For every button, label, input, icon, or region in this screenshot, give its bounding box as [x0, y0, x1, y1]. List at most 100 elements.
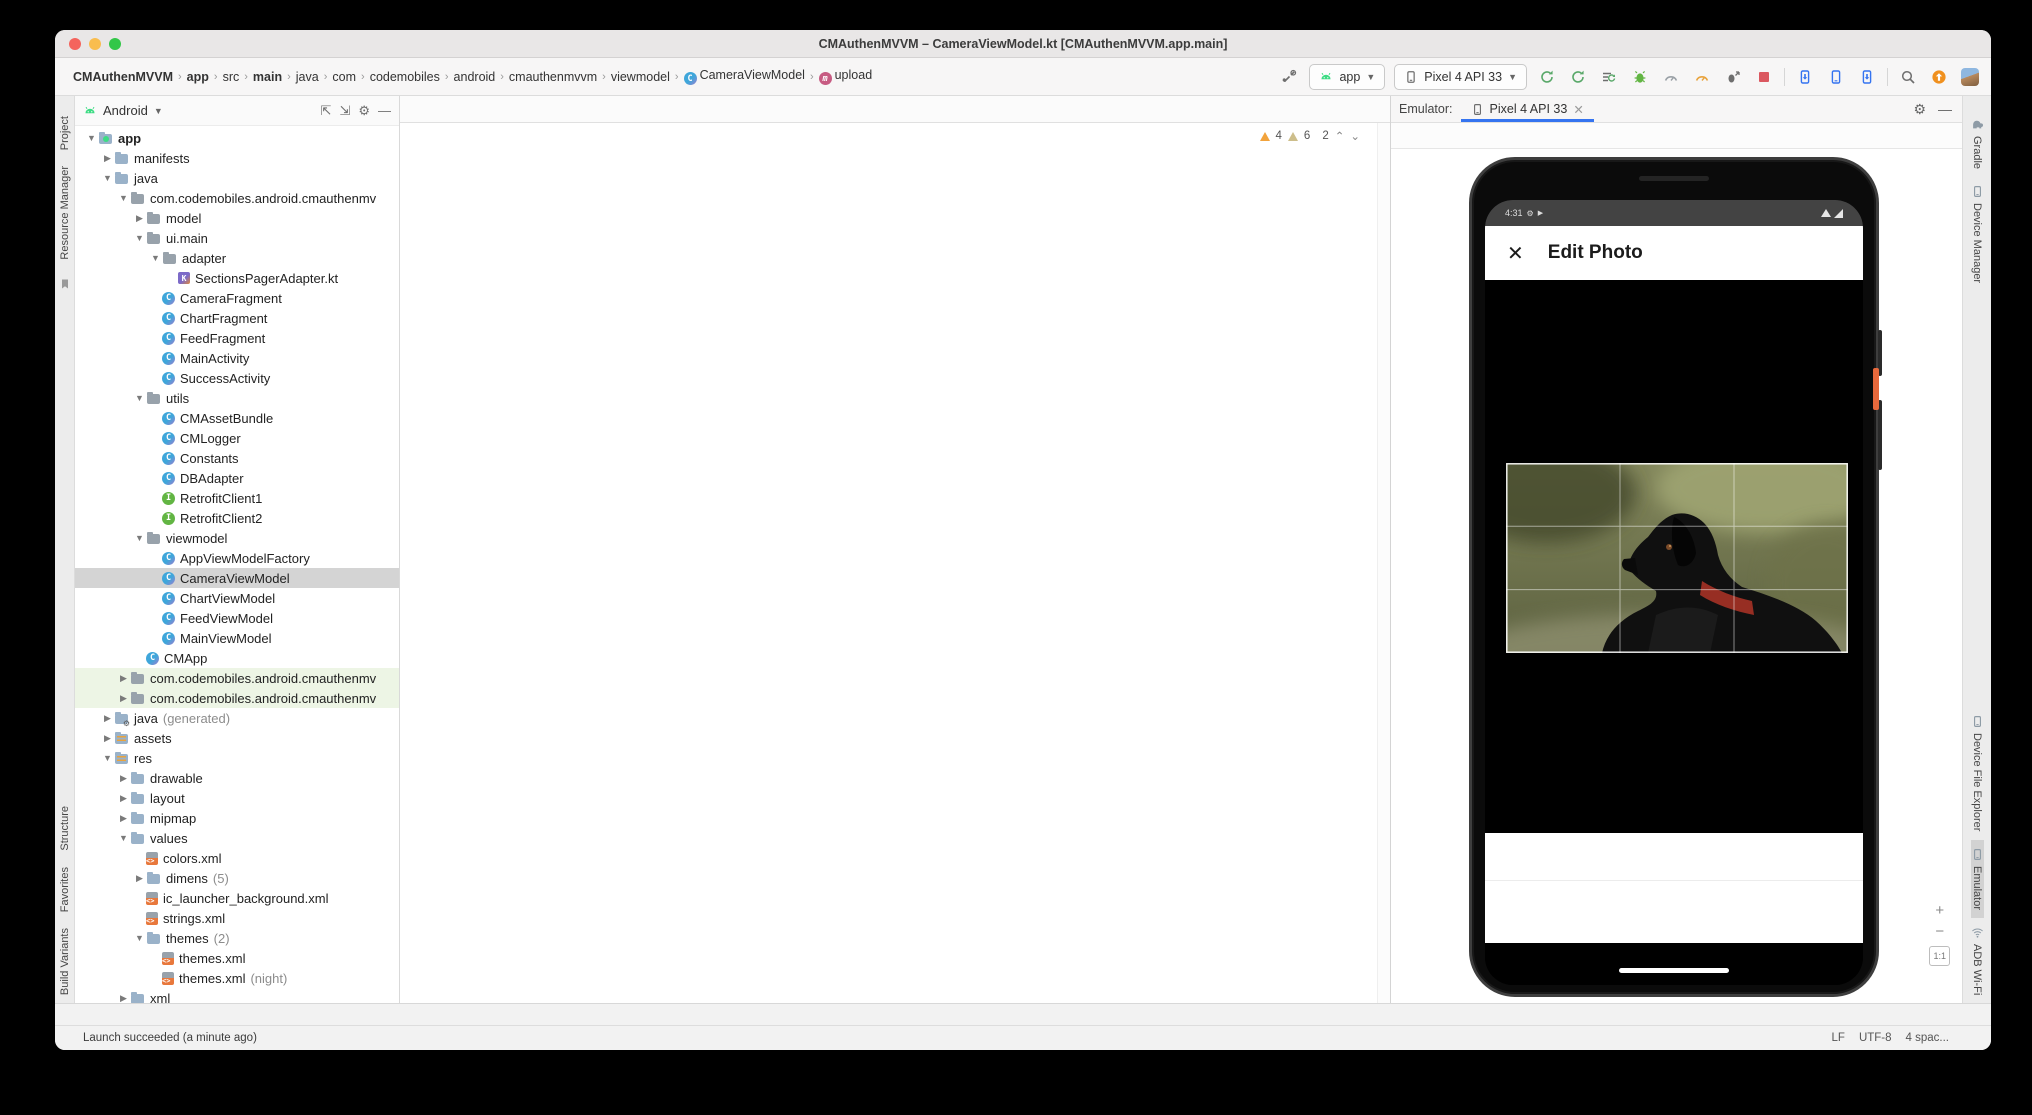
breadcrumb-item[interactable]: android — [452, 69, 498, 85]
tree-item[interactable]: ▶xml — [75, 988, 399, 1003]
tree-item[interactable]: CSuccessActivity — [75, 368, 399, 388]
tree-item[interactable]: IRetrofitClient1 — [75, 488, 399, 508]
encoding-indicator[interactable]: UTF-8 — [1859, 1032, 1892, 1044]
tool-strip-item-device-manager[interactable]: Device Manager — [1971, 177, 1984, 291]
tool-strip-item-device-file-explorer[interactable]: Device File Explorer — [1971, 707, 1984, 839]
tool-strip-item-favorites[interactable]: Favorites — [59, 859, 71, 920]
phone-screen[interactable]: 4:31 ⚙ ▶ ✕ Edit Photo — [1485, 200, 1863, 985]
tool-strip-item-build-variants[interactable]: Build Variants — [59, 920, 71, 1003]
breadcrumb-item[interactable]: com — [330, 69, 358, 85]
tool-strip-item-gradle[interactable]: Gradle — [1971, 110, 1984, 177]
zoom-in-button[interactable]: + — [1935, 904, 1944, 918]
breadcrumb-item[interactable]: main — [251, 69, 284, 85]
indent-indicator[interactable]: 4 spac... — [1906, 1032, 1949, 1044]
error-stripe[interactable] — [1377, 123, 1390, 1003]
device-sync-icon[interactable] — [1856, 66, 1878, 88]
next-issue-icon[interactable]: ⌄ — [1350, 129, 1360, 143]
photo-crop-area[interactable] — [1485, 280, 1863, 833]
tree-item[interactable]: CChartFragment — [75, 308, 399, 328]
profiler-attach-icon[interactable] — [1660, 66, 1682, 88]
hide-panel-icon[interactable]: — — [1938, 101, 1952, 117]
tree-item[interactable]: ▼themes(2) — [75, 928, 399, 948]
tree-item[interactable]: CMainActivity — [75, 348, 399, 368]
breadcrumb-item[interactable]: cmauthenmvvm — [507, 69, 599, 85]
tool-strip-item-structure[interactable]: Structure — [59, 798, 71, 859]
tree-item[interactable]: CCMLogger — [75, 428, 399, 448]
tree-item[interactable]: ▶drawable — [75, 768, 399, 788]
prev-issue-icon[interactable]: ⌃ — [1335, 129, 1345, 143]
layout-inspector-device-icon[interactable] — [1825, 66, 1847, 88]
settings-icon[interactable]: ⚙ — [1913, 101, 1926, 118]
tree-item[interactable]: colors.xml — [75, 848, 399, 868]
tree-item[interactable]: CMainViewModel — [75, 628, 399, 648]
tree-item[interactable]: CCameraFragment — [75, 288, 399, 308]
attach-debugger-icon[interactable] — [1722, 66, 1744, 88]
tree-item[interactable]: ▼values — [75, 828, 399, 848]
tree-item[interactable]: ▶layout — [75, 788, 399, 808]
breadcrumb-item[interactable]: viewmodel — [609, 69, 672, 85]
breadcrumb-item[interactable]: mupload — [817, 67, 875, 87]
tree-item[interactable]: ▼ui.main — [75, 228, 399, 248]
tree-item[interactable]: CFeedViewModel — [75, 608, 399, 628]
breadcrumb-item[interactable]: src — [221, 69, 242, 85]
tree-item[interactable]: ▼java — [75, 168, 399, 188]
apply-code-changes-icon[interactable] — [1567, 66, 1589, 88]
tree-item[interactable]: ic_launcher_background.xml — [75, 888, 399, 908]
tree-item[interactable]: CCMApp — [75, 648, 399, 668]
tool-strip-item-project[interactable]: Project — [59, 108, 71, 158]
tree-item[interactable]: ▼adapter — [75, 248, 399, 268]
tree-item[interactable]: ▶assets — [75, 728, 399, 748]
breadcrumb-item[interactable]: CCameraViewModel — [682, 67, 807, 87]
tree-item[interactable]: ▼app — [75, 128, 399, 148]
close-icon[interactable]: ✕ — [1573, 102, 1583, 117]
tree-item[interactable]: ▶com.codemobiles.android.cmauthenmv — [75, 668, 399, 688]
tree-item[interactable]: ▶manifests — [75, 148, 399, 168]
run-configuration-select[interactable]: app ▼ — [1309, 64, 1385, 90]
breadcrumb-item[interactable]: java — [294, 69, 321, 85]
avatar[interactable] — [1959, 66, 1981, 88]
breadcrumb-item[interactable]: app — [185, 69, 211, 85]
code-editor[interactable]: 4 6 2 ⌃ ⌄ — [400, 123, 1390, 1003]
upgrade-assistant-icon[interactable] — [1928, 66, 1950, 88]
close-icon[interactable]: ✕ — [1507, 241, 1524, 266]
line-ending-indicator[interactable]: LF — [1832, 1032, 1845, 1044]
tree-item[interactable]: ▼res — [75, 748, 399, 768]
home-indicator[interactable] — [1619, 968, 1729, 973]
inspection-widget[interactable]: 4 6 2 ⌃ ⌄ — [1256, 128, 1365, 144]
build-wrench-icon[interactable] — [1278, 66, 1300, 88]
expand-all-icon[interactable]: ⇱ — [321, 103, 332, 119]
tree-item[interactable]: ▶model — [75, 208, 399, 228]
profiler-icon[interactable] — [1691, 66, 1713, 88]
project-view-header[interactable]: Android ▼ ⇱ ⇲ ⚙ — — [75, 96, 399, 126]
tree-item[interactable]: CConstants — [75, 448, 399, 468]
dog-photo[interactable] — [1506, 463, 1848, 653]
tool-strip-item-resource-manager[interactable]: Resource Manager — [59, 158, 71, 268]
tree-item[interactable]: CCMAssetBundle — [75, 408, 399, 428]
sync-status-icon[interactable] — [1598, 66, 1620, 88]
tool-strip-item-emulator[interactable]: Emulator — [1971, 840, 1984, 918]
device-select[interactable]: Pixel 4 API 33 ▼ — [1394, 64, 1527, 90]
tree-item[interactable]: themes.xml(night) — [75, 968, 399, 988]
breadcrumb-item[interactable]: CMAuthenMVVM — [71, 69, 175, 85]
tree-item[interactable]: ▶com.codemobiles.android.cmauthenmv — [75, 688, 399, 708]
zoom-reset-button[interactable]: 1:1 — [1929, 946, 1950, 966]
rerun-icon[interactable] — [1536, 66, 1558, 88]
tree-item[interactable]: ▼com.codemobiles.android.cmauthenmv — [75, 188, 399, 208]
tool-strip-item-adb-wi-fi[interactable]: ADB Wi-Fi — [1971, 918, 1984, 1003]
emulator-device-tab[interactable]: Pixel 4 API 33 ✕ — [1461, 96, 1594, 122]
tree-item[interactable]: IRetrofitClient2 — [75, 508, 399, 528]
hide-panel-icon[interactable]: — — [378, 103, 391, 118]
tree-item[interactable]: CCameraViewModel — [75, 568, 399, 588]
tree-item[interactable]: CDBAdapter — [75, 468, 399, 488]
tree-item[interactable]: ▼viewmodel — [75, 528, 399, 548]
collapse-all-icon[interactable]: ⇲ — [339, 103, 350, 119]
tree-item[interactable]: CAppViewModelFactory — [75, 548, 399, 568]
tree-item[interactable]: ▶mipmap — [75, 808, 399, 828]
search-everywhere-icon[interactable] — [1897, 66, 1919, 88]
debug-icon[interactable] — [1629, 66, 1651, 88]
settings-icon[interactable]: ⚙ — [358, 103, 370, 119]
stop-icon[interactable] — [1753, 66, 1775, 88]
tree-item[interactable]: CChartViewModel — [75, 588, 399, 608]
tree-item[interactable]: KSectionsPagerAdapter.kt — [75, 268, 399, 288]
tree-item[interactable]: ▼utils — [75, 388, 399, 408]
